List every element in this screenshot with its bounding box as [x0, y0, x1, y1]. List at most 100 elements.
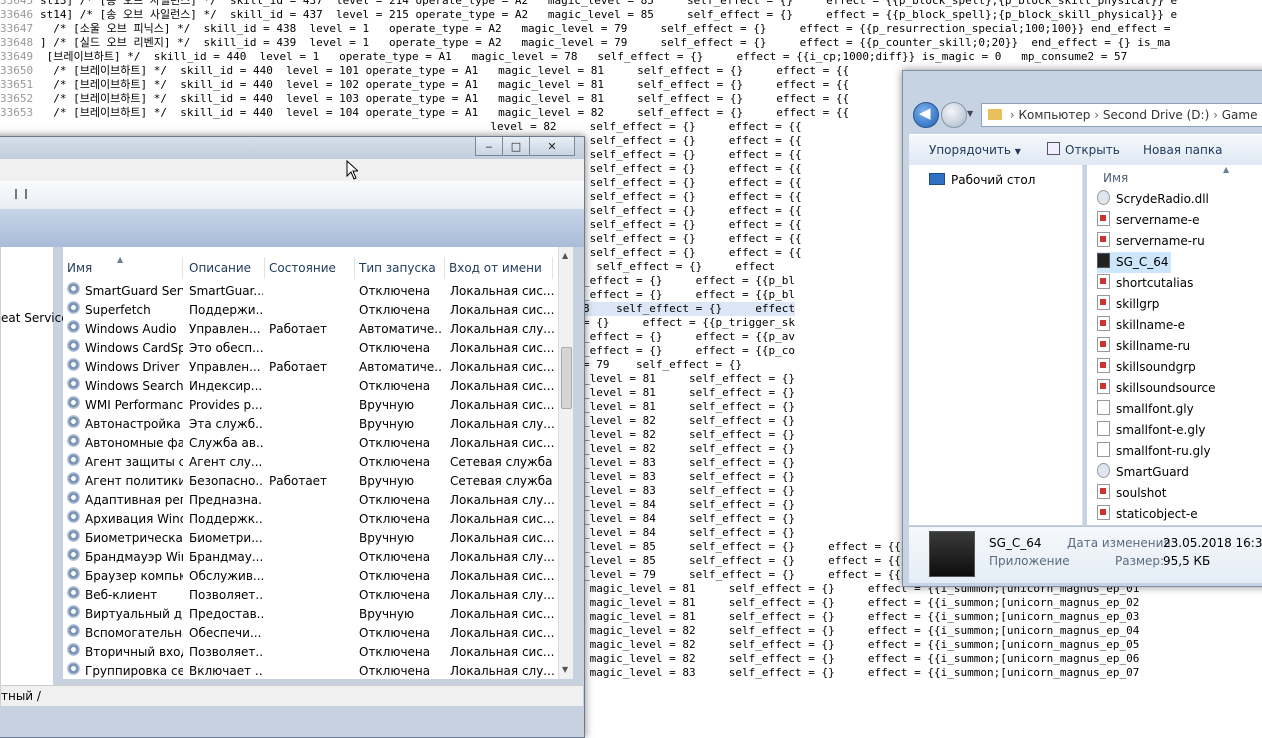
code-text: /* [브레이브하트] */ skill_id = 440 level = 10… — [40, 106, 850, 119]
cell-name: Вторичный вход в... — [85, 645, 183, 659]
file-item[interactable]: shortcutalias — [1097, 273, 1193, 294]
code-line[interactable]: level = 82 self_effect = {} effect = {{ — [0, 120, 801, 134]
nav-item-desktop[interactable]: Рабочий стол — [929, 173, 1035, 187]
cell-name: Группировка сет... — [85, 664, 183, 678]
back-button[interactable]: ◀ — [913, 102, 939, 128]
forward-button[interactable] — [941, 102, 967, 128]
file-item[interactable]: skillname-e — [1097, 315, 1185, 336]
file-item[interactable]: smallfont.gly — [1097, 399, 1194, 420]
line-number: 33645 — [0, 0, 34, 7]
code-line[interactable]: 33645 st13] /* [송 오브 사일런스] */ skill_id = … — [0, 0, 1177, 8]
table-row[interactable]: Архивация Windo... Поддержк... Отключена Ло… — [63, 510, 558, 529]
maximize-button[interactable]: □ — [502, 137, 530, 156]
scroll-down-arrow-icon[interactable]: ▼ — [562, 665, 568, 674]
table-row[interactable]: Автонастройка W... Эта служб... Вручную Лок… — [63, 415, 558, 434]
cell-logon: Локальная сис... — [450, 284, 554, 298]
table-row[interactable]: Биометрическая ... Биометри... Вручную Лока… — [63, 529, 558, 548]
file-item[interactable]: servername-ru — [1097, 231, 1205, 252]
table-row[interactable]: Windows Driver F... Управлен... Работает Ав… — [63, 358, 558, 377]
file-list[interactable]: Имя ▲ ScrydeRadio.dll servername-e servern… — [1087, 165, 1262, 525]
table-row[interactable]: Автономные фай... Служба ав... Отключена Ло… — [63, 434, 558, 453]
open-button[interactable]: Открыть — [1047, 135, 1120, 165]
dat-file-icon — [1097, 484, 1110, 499]
file-item[interactable]: servername-e — [1097, 210, 1200, 231]
app-thumbnail-icon — [929, 531, 975, 577]
organize-button[interactable]: Упорядочить ▼ — [929, 135, 1021, 167]
table-row[interactable]: Windows Audio Управлен... Работает Автомати… — [63, 320, 558, 339]
file-item[interactable]: skillsoundsource — [1097, 378, 1215, 399]
table-row[interactable]: Группировка сет... Включает ... Отключена Л… — [63, 662, 558, 679]
cell-desc: Агент слу... — [189, 455, 263, 469]
services-scrollbar[interactable]: ▲ ▼ — [558, 247, 573, 679]
code-line[interactable]: 33647 /* [소울 오브 피닉스] */ skill_id = 438 l… — [0, 22, 1170, 36]
table-row[interactable]: Браузер компьют... Обслужив... Отключена Ло… — [63, 567, 558, 586]
file-item[interactable]: staticobject-e — [1097, 504, 1198, 525]
cell-start: Отключена — [359, 493, 431, 507]
pause-icon[interactable] — [15, 189, 27, 199]
file-name: smallfont.gly — [1116, 402, 1194, 416]
table-row[interactable]: Брандмауэр Win... Брандмау... Отключена Лок… — [63, 548, 558, 567]
file-item[interactable]: ScrydeRadio.dll — [1097, 189, 1209, 210]
code-line[interactable]: 33652 /* [브레이브하트] */ skill_id = 440 leve… — [0, 92, 849, 106]
services-list[interactable]: Имя Описание Состояние Тип запуска Вход … — [63, 247, 558, 679]
table-row[interactable]: WMI Performance... Provides p... Вручную Ло… — [63, 396, 558, 415]
cell-desc: Включает ... — [189, 664, 263, 678]
history-dropdown-icon[interactable]: ▼ — [967, 109, 973, 118]
blank-file-icon — [1097, 442, 1110, 457]
table-row[interactable]: Агент защиты сет... Агент слу... Отключена… — [63, 453, 558, 472]
toolbar-button[interactable] — [0, 188, 7, 200]
file-item[interactable]: SG_C_64 — [1097, 252, 1171, 273]
cell-logon: Сетевая служба — [450, 474, 553, 488]
code-line[interactable]: 33646 st14] /* [송 오브 사일런스] */ skill_id = … — [0, 8, 1177, 22]
open-icon — [1047, 142, 1060, 155]
file-item[interactable]: skillname-ru — [1097, 336, 1190, 357]
line-number: 33648 — [0, 36, 34, 49]
file-item[interactable]: soulshot — [1097, 483, 1166, 504]
column-header-status[interactable]: Состояние — [265, 257, 355, 279]
breadcrumb-game[interactable]: Game — [1222, 108, 1258, 122]
scroll-up-arrow-icon[interactable]: ▲ — [562, 251, 568, 260]
table-row[interactable]: Веб-клиент Позволяет... Отключена Локальная… — [63, 586, 558, 605]
services-titlebar[interactable]: ‒ □ ✕ — [0, 137, 584, 159]
table-row[interactable]: Windows Search Индексир... Отключена Локаль… — [63, 377, 558, 396]
table-row[interactable]: Windows CardSpa... Это обесп... Отключена Л… — [63, 339, 558, 358]
scroll-thumb[interactable] — [561, 347, 572, 409]
file-item[interactable]: skillsoundgrp — [1097, 357, 1196, 378]
address-bar[interactable]: › Компьютер › Second Drive (D:) › Game — [981, 103, 1262, 127]
code-line[interactable]: 33651 /* [브레이브하트] */ skill_id = 440 leve… — [0, 78, 849, 92]
close-button[interactable]: ✕ — [529, 137, 575, 156]
code-line[interactable]: 33650 /* [브레이브하트] */ skill_id = 440 leve… — [0, 64, 849, 78]
table-row[interactable]: Вспомогательная... Обеспечи... Отключена Ло… — [63, 624, 558, 643]
service-gear-icon — [67, 358, 80, 371]
breadcrumb-computer[interactable]: Компьютер — [1018, 108, 1090, 122]
column-header-logon[interactable]: Вход от имени — [445, 257, 553, 279]
column-header-description[interactable]: Описание — [185, 257, 265, 279]
code-line[interactable]: 33648] /* [실드 오브 리벤지] */ skill_id = 439 … — [0, 36, 1170, 50]
column-header-startup-type[interactable]: Тип запуска — [355, 257, 445, 279]
file-item[interactable]: skillgrp — [1097, 294, 1159, 315]
service-gear-icon — [67, 567, 80, 580]
file-item[interactable]: SmartGuard — [1097, 462, 1189, 483]
code-line[interactable]: 33653 /* [브레이브하트] */ skill_id = 440 leve… — [0, 106, 849, 120]
file-item[interactable]: smallfont-ru.gly — [1097, 441, 1211, 462]
new-folder-button[interactable]: Новая папка — [1143, 135, 1222, 165]
file-item[interactable]: smallfont-e.gly — [1097, 420, 1205, 441]
code-line[interactable]: 33649 [브레이브하트] */ skill_id = 440 level =… — [0, 50, 1127, 64]
table-row[interactable]: SmartGuard Service SmartGuar... Отключена Л… — [63, 282, 558, 301]
table-row[interactable]: Superfetch Поддержи... Отключена Локальная … — [63, 301, 558, 320]
table-row[interactable]: Адаптивная регу... Предназна... Отключена Л… — [63, 491, 558, 510]
breadcrumb-drive[interactable]: Second Drive (D:) — [1103, 108, 1209, 122]
line-number: 33650 — [0, 64, 34, 77]
cell-name: Браузер компьют... — [85, 569, 183, 583]
table-row[interactable]: Вторичный вход в... Позволяет... Отключена… — [63, 643, 558, 662]
cell-name: Адаптивная регу... — [85, 493, 183, 507]
table-row[interactable]: Агент политики I... Безопасно... Работает В… — [63, 472, 558, 491]
tab-standard[interactable]: тный / — [1, 689, 41, 703]
cell-logon: Локальная слу... — [450, 493, 554, 507]
services-bottom-tabs[interactable]: тный / — [1, 685, 583, 706]
line-number: 33646 — [0, 8, 34, 21]
details-pane: SG_C_64 Приложение Дата изменения: 23.05… — [909, 526, 1262, 583]
table-row[interactable]: Виртуальный диск Предостав... Вручную Локал… — [63, 605, 558, 624]
column-header-name[interactable]: Имя — [1103, 171, 1128, 185]
minimize-button[interactable]: ‒ — [475, 137, 503, 156]
